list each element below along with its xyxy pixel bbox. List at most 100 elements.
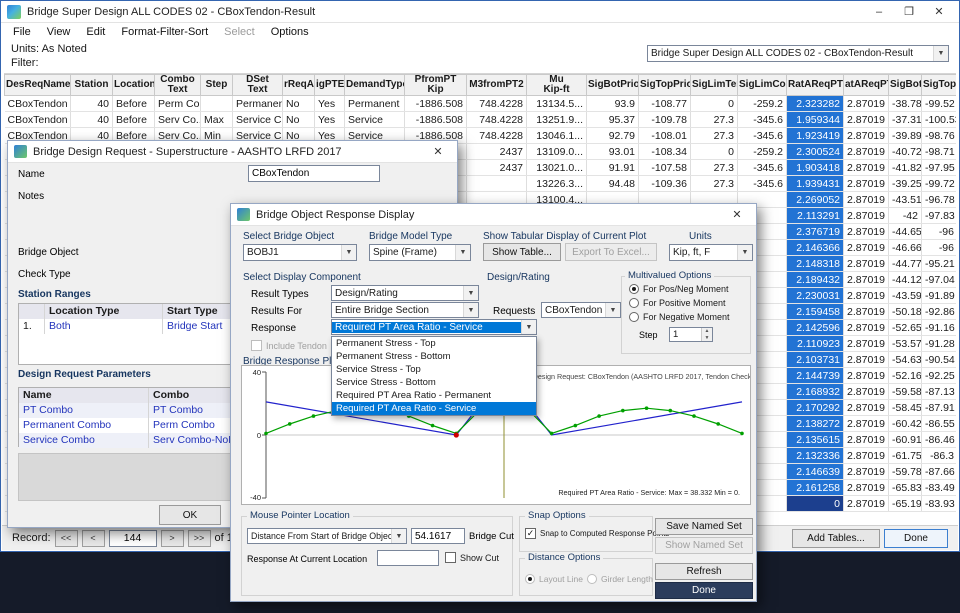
snap-checkbox[interactable]: Snap to Computed Response Points — [525, 528, 669, 539]
cell: 2.300524 — [787, 144, 844, 160]
response-at-location-input[interactable] — [377, 550, 439, 566]
distance-mode-dropdown[interactable]: Distance From Start of Bridge Object ▼ — [247, 528, 407, 544]
menu-view[interactable]: View — [39, 26, 79, 38]
response-display-titlebar[interactable]: Bridge Object Response Display ✕ — [231, 204, 756, 226]
column-header-demandtype[interactable]: DemandType — [345, 75, 405, 96]
show-cut-checkbox[interactable]: Show Cut — [445, 552, 499, 563]
add-tables-button[interactable]: Add Tables... — [792, 529, 880, 548]
column-header-siglimcomp[interactable]: SigLimComp — [738, 75, 787, 96]
cell: 748.4228 — [467, 96, 527, 112]
save-named-set-button[interactable]: Save Named Set — [655, 518, 753, 535]
result-types-dropdown[interactable]: Design/Rating ▼ — [331, 285, 479, 301]
cell: 2.87019 — [844, 464, 889, 480]
column-unit: Text — [156, 85, 199, 95]
ok-button[interactable]: OK — [159, 505, 221, 525]
column-header-pfrompt[interactable]: PfromPTKip — [405, 75, 467, 96]
step-stepper[interactable]: 1 ▲▼ — [669, 327, 713, 342]
last-record-button[interactable]: >> — [188, 530, 211, 547]
menu-format-filter-sort[interactable]: Format-Filter-Sort — [113, 26, 216, 38]
requests-dropdown[interactable]: CBoxTendon ▼ — [541, 302, 621, 318]
column-header-rreqal[interactable]: rReqAl — [283, 75, 315, 96]
dialog-done-button[interactable]: Done — [655, 582, 753, 599]
minimize-button[interactable]: – — [865, 3, 893, 21]
table-row[interactable]: CBoxTendon40BeforeServ Co...MaxService C… — [5, 112, 957, 128]
stepper-arrows[interactable]: ▲▼ — [701, 328, 712, 341]
cell: -60.91 — [889, 432, 922, 448]
cell: -345.6 — [738, 160, 787, 176]
first-record-button[interactable]: << — [55, 530, 78, 547]
cell: -59.58 — [889, 384, 922, 400]
column-header-sigbotfinal[interactable]: SigBotFinal — [889, 75, 922, 96]
export-excel-button[interactable]: Export To Excel... — [565, 243, 657, 261]
bridge-object-dropdown[interactable]: BOBJ1 ▼ — [243, 244, 357, 261]
distance-option-radio[interactable]: Girder Length — [587, 574, 653, 584]
menu-edit[interactable]: Edit — [78, 26, 113, 38]
column-header-station[interactable]: Station — [71, 75, 113, 96]
column-header-step[interactable]: Step — [201, 75, 233, 96]
menu-select[interactable]: Select — [216, 26, 263, 38]
dropdown-option[interactable]: Service Stress - Top — [332, 363, 536, 376]
record-number-input[interactable] — [109, 530, 157, 547]
checkbox-icon — [445, 552, 456, 563]
next-record-button[interactable]: > — [161, 530, 184, 547]
column-header-desreqname[interactable]: DesReqName — [5, 75, 71, 96]
cell: -86.55 — [922, 416, 957, 432]
include-tendon-checkbox[interactable]: Include Tendon — [251, 340, 327, 351]
cell: 2.110923 — [787, 336, 844, 352]
tabular-display-label: Show Tabular Display of Current Plot — [483, 231, 646, 242]
column-header-sigbotprior[interactable]: SigBotPrior — [587, 75, 639, 96]
column-label: RatAReqPTLc — [788, 80, 842, 90]
table-row[interactable]: CBoxTendon40BeforePerm Co...Permanent...… — [5, 96, 957, 112]
column-header-sigtopprior[interactable]: SigTopPrior — [639, 75, 691, 96]
response-dropdown-list[interactable]: Permanent Stress - TopPermanent Stress -… — [331, 336, 537, 416]
main-titlebar[interactable]: Bridge Super Design ALL CODES 02 - CBoxT… — [1, 1, 959, 23]
multivalued-radio[interactable]: For Pos/Neg Moment — [629, 284, 729, 294]
show-named-set-button[interactable]: Show Named Set — [655, 537, 753, 554]
results-for-dropdown[interactable]: Entire Bridge Section ▼ — [331, 302, 479, 318]
column-header-siglimtens[interactable]: SigLimTens — [691, 75, 738, 96]
column-header-atareqptg[interactable]: atAReqPTG — [844, 75, 889, 96]
bridge-model-type-dropdown[interactable]: Spine (Frame) ▼ — [369, 244, 471, 261]
column-header-dset[interactable]: DSetText — [233, 75, 283, 96]
column-header-sigtopfinal[interactable]: SigTopFinal — [922, 75, 957, 96]
cell: 2.87019 — [844, 400, 889, 416]
design-request-titlebar[interactable]: Bridge Design Request - Superstructure -… — [8, 141, 457, 163]
column-header-mu[interactable]: MuKip-ft — [527, 75, 587, 96]
dropdown-option[interactable]: Permanent Stress - Top — [332, 337, 536, 350]
multivalued-radio[interactable]: For Negative Moment — [629, 312, 730, 322]
menu-file[interactable]: File — [5, 26, 39, 38]
dropdown-option[interactable]: Required PT Area Ratio - Permanent — [332, 389, 536, 402]
name-field[interactable] — [248, 165, 380, 182]
dropdown-option[interactable]: Permanent Stress - Bottom — [332, 350, 536, 363]
multivalued-radio[interactable]: For Positive Moment — [629, 298, 726, 308]
refresh-button[interactable]: Refresh — [655, 563, 753, 580]
cell: 27.3 — [691, 160, 738, 176]
column-header-igpte[interactable]: igPTE — [315, 75, 345, 96]
cell: 94.48 — [587, 176, 639, 192]
column-header-m3frompt2[interactable]: M3fromPT2 — [467, 75, 527, 96]
cell: -259.2 — [738, 96, 787, 112]
units-dropdown[interactable]: Kip, ft, F ▼ — [669, 244, 753, 261]
dropdown-option[interactable]: Service Stress - Bottom — [332, 376, 536, 389]
close-button[interactable]: ✕ — [925, 3, 953, 21]
distance-option-radio[interactable]: Layout Line — [525, 574, 583, 584]
infobar: Units: As Noted Filter: Bridge Super Des… — [1, 41, 959, 73]
response-dropdown[interactable]: Required PT Area Ratio - Service ▼ — [331, 319, 537, 335]
show-table-button[interactable]: Show Table... — [483, 243, 561, 261]
maximize-button[interactable]: ❐ — [895, 3, 923, 21]
cell: -50.18 — [889, 304, 922, 320]
close-button[interactable]: ✕ — [425, 143, 451, 161]
close-button[interactable]: ✕ — [724, 206, 750, 224]
menu-options[interactable]: Options — [263, 26, 317, 38]
cell: 2.87019 — [844, 416, 889, 432]
column-header-combo[interactable]: ComboText — [155, 75, 201, 96]
previous-record-button[interactable]: < — [82, 530, 105, 547]
dropdown-option[interactable]: Required PT Area Ratio - Service — [332, 402, 536, 415]
step-down-icon[interactable]: ▼ — [702, 335, 712, 342]
cell: -91.89 — [922, 288, 957, 304]
column-header-ratareqptlc[interactable]: RatAReqPTLc — [787, 75, 844, 96]
column-header-location[interactable]: Location — [113, 75, 155, 96]
done-button[interactable]: Done — [884, 529, 948, 548]
distance-value-input[interactable] — [411, 528, 465, 544]
table-selector-dropdown[interactable]: Bridge Super Design ALL CODES 02 - CBoxT… — [647, 45, 949, 62]
